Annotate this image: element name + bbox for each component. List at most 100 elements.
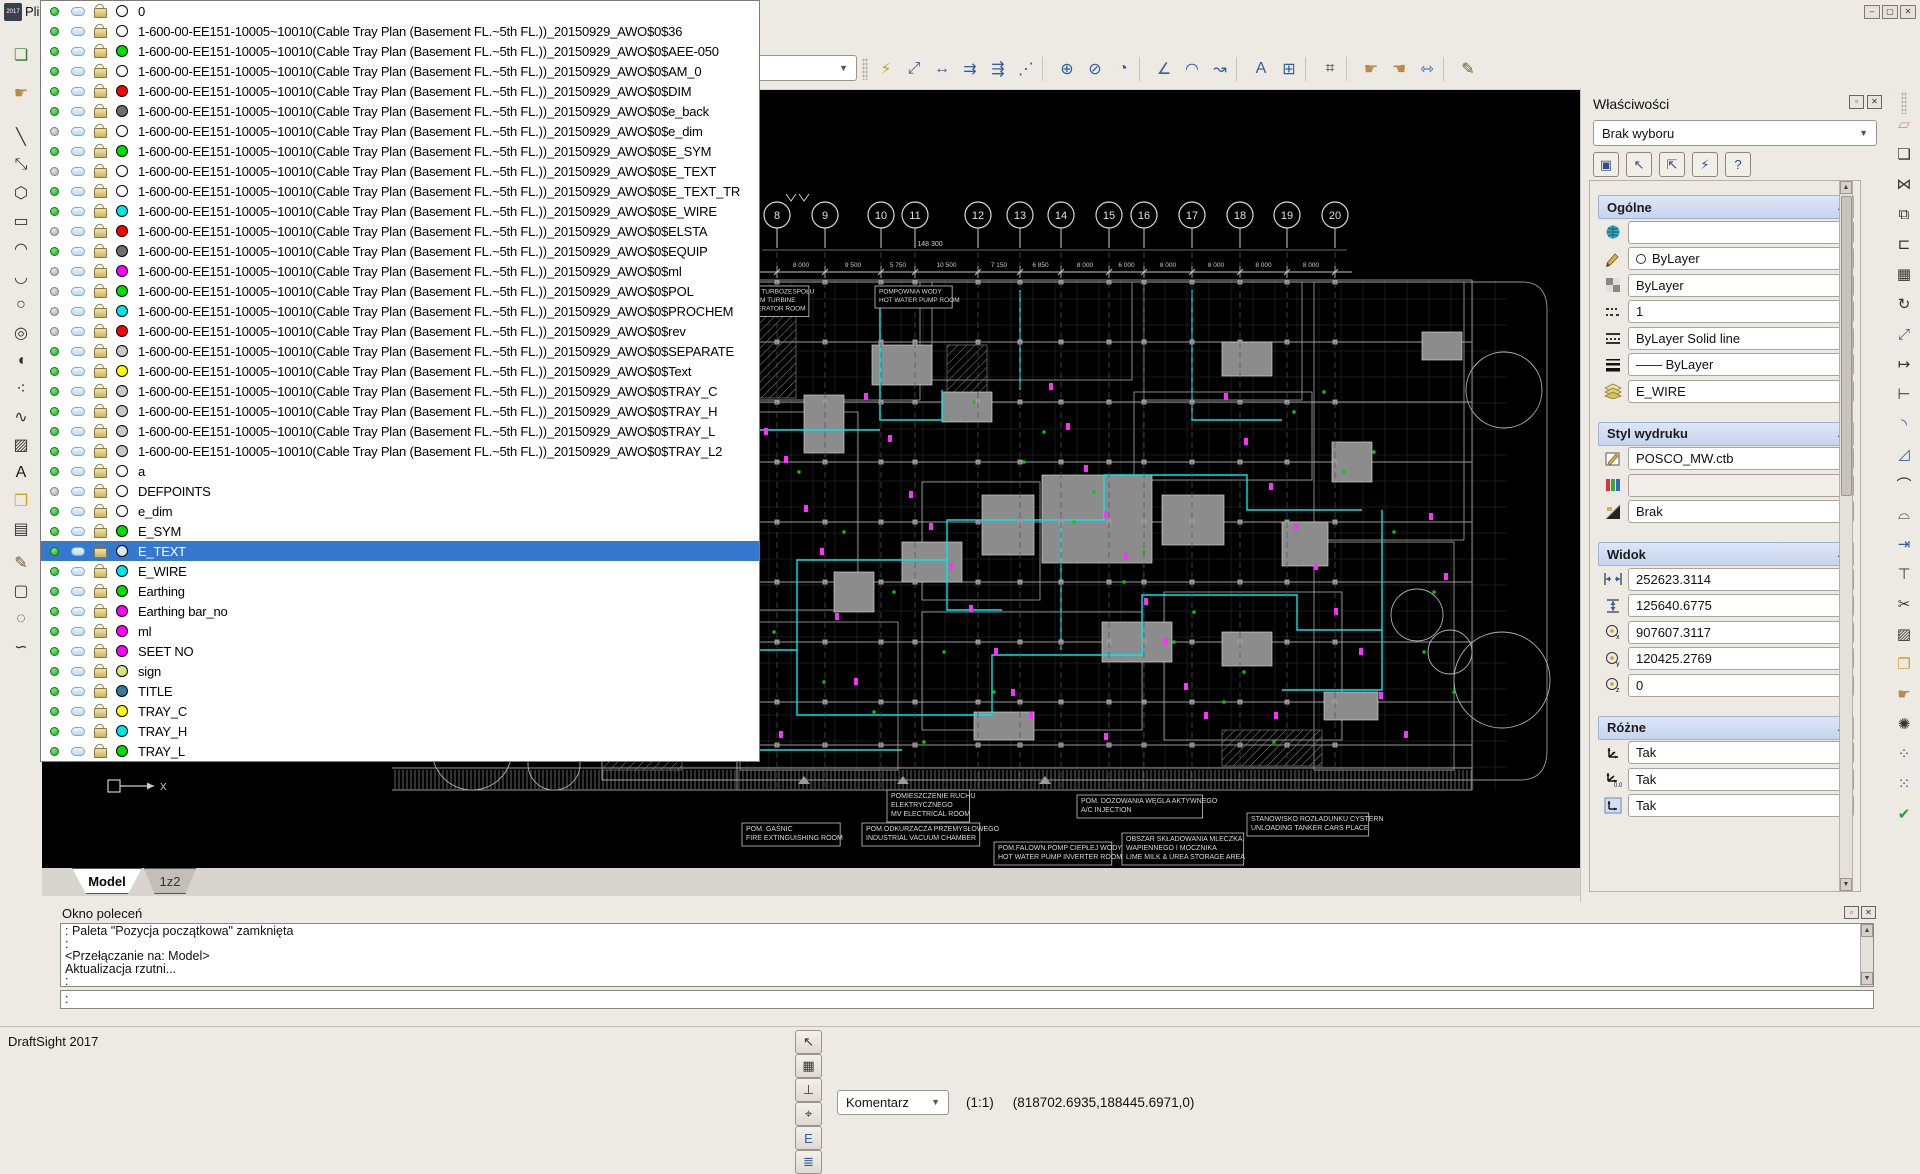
layer-color-swatch[interactable] (116, 265, 128, 277)
layer-on-icon[interactable] (50, 347, 59, 356)
layer-row[interactable]: 1-600-00-EE151-10005~10010(Cable Tray Pl… (41, 401, 759, 421)
layer-on-icon[interactable] (50, 87, 59, 96)
dimension-shape-icon[interactable]: ⌗ (1316, 56, 1344, 82)
layer-on-icon[interactable] (50, 27, 59, 36)
infinite-line-icon[interactable]: ⤡ (7, 152, 35, 178)
leader-icon[interactable]: A (1247, 56, 1275, 82)
layer-row[interactable]: 1-600-00-EE151-10005~10010(Cable Tray Pl… (41, 121, 759, 141)
layer-row[interactable]: 1-600-00-EE151-10005~10010(Cable Tray Pl… (41, 141, 759, 161)
section-misc-header[interactable]: Różne ▲ (1598, 716, 1854, 740)
layer-on-icon[interactable] (50, 687, 59, 696)
toolbar-grip[interactable] (862, 58, 868, 80)
layer-row[interactable]: E_SYM (41, 521, 759, 541)
rotate-icon[interactable]: ↻ (1891, 292, 1917, 316)
linear-dimension-icon[interactable]: ⤢ (900, 56, 928, 82)
layer-freeze-icon[interactable] (71, 27, 85, 36)
maximize-button[interactable]: ▢ (1882, 5, 1898, 19)
layer-on-icon[interactable] (50, 407, 59, 416)
layer-row[interactable]: 1-600-00-EE151-10005~10010(Cable Tray Pl… (41, 321, 759, 341)
layer-freeze-icon[interactable] (71, 307, 85, 316)
layer-color-swatch[interactable] (116, 425, 128, 437)
array-icon[interactable]: ⁙ (1891, 772, 1917, 796)
layer-freeze-icon[interactable] (71, 247, 85, 256)
layer-freeze-icon[interactable] (71, 167, 85, 176)
layer-color-swatch[interactable] (116, 725, 128, 737)
layer-freeze-icon[interactable] (71, 467, 85, 476)
fillet-icon[interactable]: ◝ (1891, 412, 1917, 436)
circle-icon[interactable]: ○ (7, 292, 35, 318)
layer-unlocked-icon[interactable] (94, 345, 106, 358)
command-input[interactable]: : (60, 990, 1874, 1009)
layer-freeze-icon[interactable] (71, 227, 85, 236)
layer-dropdown-list[interactable]: 0 1-600-00-EE151-10005~10010(Cable Tray P… (40, 0, 760, 762)
layer-freeze-icon[interactable] (71, 727, 85, 736)
layer-on-icon[interactable] (50, 607, 59, 616)
layer-color-swatch[interactable] (116, 45, 128, 57)
menu-file[interactable]: Pli (25, 4, 39, 19)
layer-unlocked-icon[interactable] (94, 5, 106, 18)
radius-dimension-icon[interactable]: ◔ (1109, 56, 1137, 82)
color-combo[interactable]: ByLayer ▼ (1628, 247, 1854, 270)
note-icon[interactable]: A (7, 460, 35, 486)
layer-on-icon[interactable] (50, 7, 59, 16)
view-width-field[interactable]: 252623.3114 (1628, 568, 1854, 591)
layer-freeze-icon[interactable] (71, 47, 85, 56)
layer-off-icon[interactable] (50, 267, 59, 276)
layer-unlocked-icon[interactable] (94, 645, 106, 658)
print-style-none-field[interactable]: Brak (1628, 500, 1854, 523)
layer-row[interactable]: 1-600-00-EE151-10005~10010(Cable Tray Pl… (41, 361, 759, 381)
layer-on-icon[interactable] (50, 527, 59, 536)
layer-color-swatch[interactable] (116, 65, 128, 77)
verify-icon[interactable]: ✔ (1891, 802, 1917, 826)
spline-icon[interactable]: ∿ (7, 404, 35, 430)
layer-color-swatch[interactable] (116, 585, 128, 597)
annotation-scale-combo[interactable]: Komentarz ▼ (837, 1090, 949, 1115)
layer-on-icon[interactable] (50, 547, 59, 556)
layer-color-swatch[interactable] (116, 405, 128, 417)
layer-color-swatch[interactable] (116, 505, 128, 517)
layer-field-combo[interactable]: E_WIRE ▼ (1628, 380, 1854, 403)
grid-icon[interactable]: ▦ (795, 1054, 822, 1078)
layer-row[interactable]: E_TEXT (41, 541, 759, 561)
layer-freeze-icon[interactable] (71, 267, 85, 276)
layer-freeze-icon[interactable] (71, 287, 85, 296)
float-panel-icon[interactable]: ▫ (1849, 95, 1864, 109)
layer-unlocked-icon[interactable] (94, 525, 106, 538)
layer-row[interactable]: 1-600-00-EE151-10005~10010(Cable Tray Pl… (41, 261, 759, 281)
layer-on-icon[interactable] (50, 447, 59, 456)
command-scrollbar[interactable]: ▲ ▼ (1860, 924, 1873, 986)
layer-color-swatch[interactable] (116, 645, 128, 657)
layer-on-icon[interactable] (50, 727, 59, 736)
layer-unlocked-icon[interactable] (94, 45, 106, 58)
layer-unlocked-icon[interactable] (94, 185, 106, 198)
layer-unlocked-icon[interactable] (94, 445, 106, 458)
layer-unlocked-icon[interactable] (94, 705, 106, 718)
layer-on-icon[interactable] (50, 507, 59, 516)
layer-on-icon[interactable] (50, 247, 59, 256)
chamfer-icon[interactable]: ◿ (1891, 442, 1917, 466)
layer-color-swatch[interactable] (116, 145, 128, 157)
layer-row[interactable]: 0 (41, 1, 759, 21)
layer-freeze-icon[interactable] (71, 527, 85, 536)
layer-row[interactable]: DEFPOINTS (41, 481, 759, 501)
print-style-color-combo[interactable]: ▼ (1628, 474, 1854, 497)
section-view-header[interactable]: Widok ▲ (1598, 542, 1854, 566)
layer-unlocked-icon[interactable] (94, 585, 106, 598)
layer-off-icon[interactable] (50, 307, 59, 316)
layer-unlocked-icon[interactable] (94, 145, 106, 158)
scroll-down-icon[interactable]: ▼ (1861, 972, 1873, 985)
layer-freeze-icon[interactable] (71, 487, 85, 496)
ellipse-arc-icon[interactable]: ◖ (7, 348, 35, 374)
layer-freeze-icon[interactable] (71, 327, 85, 336)
layer-unlocked-icon[interactable] (94, 745, 106, 758)
layer-color-swatch[interactable] (116, 705, 128, 717)
layer-off-icon[interactable] (50, 487, 59, 496)
layer-row[interactable]: Earthing (41, 581, 759, 601)
ucs-per-viewport-combo[interactable]: Tak ▼ (1628, 741, 1854, 764)
layer-freeze-icon[interactable] (71, 407, 85, 416)
layer-color-swatch[interactable] (116, 5, 128, 17)
layer-unlocked-icon[interactable] (94, 605, 106, 618)
select-lasso-icon[interactable]: ∽ (7, 634, 35, 660)
copy-icon[interactable]: ⧉ (1891, 202, 1917, 226)
ucs-at-origin-combo[interactable]: Tak ▼ (1628, 768, 1854, 791)
